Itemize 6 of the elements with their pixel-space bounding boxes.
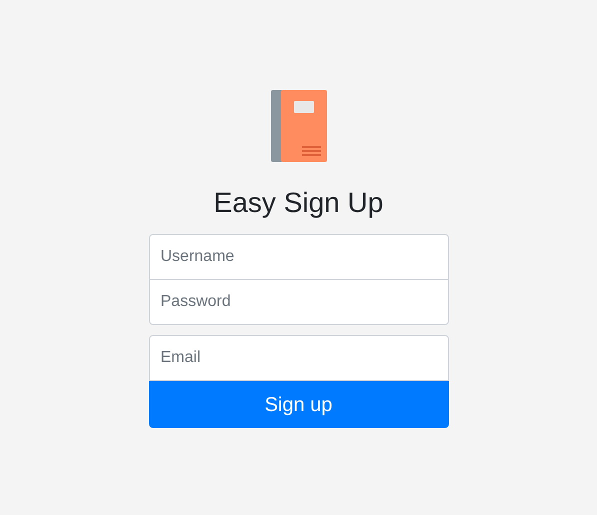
notebook-icon bbox=[270, 90, 326, 162]
input-field[interactable]: Username bbox=[148, 234, 448, 280]
input-field[interactable]: Password bbox=[148, 279, 448, 325]
input-field[interactable]: Email bbox=[148, 335, 448, 381]
sign-up-button[interactable]: Sign up bbox=[148, 381, 448, 428]
page-title: Easy Sign Up bbox=[214, 186, 384, 220]
